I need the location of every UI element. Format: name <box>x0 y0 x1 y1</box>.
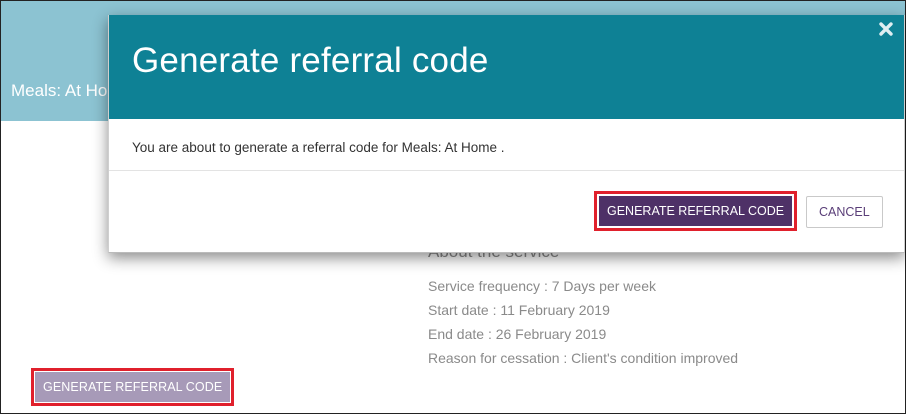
confirm-generate-button[interactable]: GENERATE REFERRAL CODE <box>599 196 793 226</box>
modal-body: You are about to generate a referral cod… <box>109 119 904 171</box>
modal-message: You are about to generate a referral cod… <box>132 140 505 155</box>
detail-start-date: Start date : 11 February 2019 <box>428 302 610 318</box>
confirm-button-highlight: GENERATE REFERRAL CODE <box>594 191 798 231</box>
referral-modal: Generate referral code You are about to … <box>108 15 905 253</box>
cancel-button[interactable]: CANCEL <box>806 196 883 228</box>
modal-header: Generate referral code <box>109 15 904 119</box>
page-title: Meals: At Home <box>11 81 109 100</box>
generate-button-highlight: GENERATE REFERRAL CODE <box>31 368 235 406</box>
close-icon-glyph <box>879 22 893 36</box>
modal-footer: GENERATE REFERRAL CODE CANCEL <box>109 172 904 252</box>
generate-referral-code-button[interactable]: GENERATE REFERRAL CODE <box>35 372 231 402</box>
detail-cessation-reason: Reason for cessation : Client's conditio… <box>428 350 739 366</box>
detail-frequency: Service frequency : 7 Days per week <box>428 278 656 294</box>
service-details: About the service Service frequency : 7 … <box>428 244 738 370</box>
close-icon[interactable] <box>876 19 896 39</box>
modal-title: Generate referral code <box>132 41 489 80</box>
detail-end-date: End date : 26 February 2019 <box>428 326 607 342</box>
